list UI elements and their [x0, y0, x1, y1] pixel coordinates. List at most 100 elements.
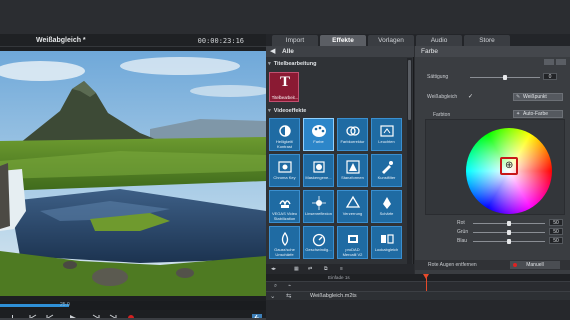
clip-filename[interactable]: Weißabgleich.m2ts — [310, 293, 357, 299]
blau-slider[interactable] — [473, 239, 545, 244]
effect-tile-sharpness[interactable]: Schärfe — [371, 190, 402, 223]
preview-panel: Weißabgleich * 00:00:23:16 25.0 — [0, 34, 266, 320]
effect-tile-shapes[interactable]: Stanzformen — [337, 154, 368, 187]
snap-icon[interactable]: ⌁ — [288, 283, 291, 289]
blau-value[interactable]: 50 — [549, 237, 563, 244]
expand-button[interactable] — [556, 59, 566, 65]
effect-tile-stabilization[interactable]: VEGAS Video Stabilization — [269, 190, 300, 223]
color-picker-marker[interactable]: ⊕ — [500, 157, 518, 175]
effect-tile-label: Gauss'sche Unschärfe — [274, 247, 295, 257]
video-frame[interactable] — [0, 51, 266, 296]
shapes-icon — [346, 160, 360, 174]
timeline-track[interactable]: ⌄ ⇆ Weißabgleich.m2ts — [266, 291, 570, 300]
effect-tile-label: Chroma Key — [273, 175, 296, 180]
gruen-slider[interactable] — [473, 230, 545, 235]
palette-icon — [312, 125, 326, 137]
effect-tile-glow[interactable]: Leuchten — [371, 118, 402, 151]
color-wheel-area: ⊕ — [425, 119, 565, 215]
effect-tile-distortion[interactable]: Verzerrung — [337, 190, 368, 223]
eyedropper-icon: ✎ — [516, 94, 521, 100]
timeline-tools: ⌕ ⌁ — [266, 282, 570, 291]
chevron-down-icon: ▾ — [268, 108, 271, 114]
effect-tile-label: Schärfe — [379, 211, 394, 216]
browser-scrollbar[interactable] — [407, 58, 412, 268]
effect-tile-mask[interactable]: Maskengene... — [303, 154, 334, 187]
art-filter-icon — [382, 161, 393, 174]
effect-tile-color-correction[interactable]: Farbkorrektur — [337, 118, 368, 151]
whitebalance-checkbox[interactable]: ✓ — [468, 93, 473, 100]
gruen-knob[interactable] — [507, 230, 511, 235]
effect-tile-label: Stanzformen — [341, 175, 364, 180]
effect-tile-blur[interactable]: Gauss'sche Unschärfe — [269, 226, 300, 259]
tab-vorlagen[interactable]: Vorlagen — [368, 35, 414, 46]
whitepoint-button-label: Weißpunkt — [523, 94, 547, 100]
tab-audio[interactable]: Audio — [416, 35, 462, 46]
move-icon[interactable]: ⇄ — [308, 266, 312, 272]
filter-icon[interactable]: ⧉ — [324, 266, 328, 272]
whitepoint-button[interactable]: ✎ Weißpunkt — [513, 93, 563, 101]
effect-tile-mercalli[interactable]: proDAD Mercalli V2 — [337, 226, 368, 259]
section-titelbearbeitung[interactable]: ▾ Titelbearbeitung — [268, 61, 316, 67]
effect-tile-art-filter[interactable]: Kunstfilter — [371, 154, 402, 187]
collapse-track-icon[interactable]: ⌄ — [270, 292, 275, 300]
scrollbar-thumb[interactable] — [408, 60, 411, 120]
preview-progress-fill — [0, 304, 70, 307]
preview-titlebar: Weißabgleich * 00:00:23:16 — [0, 34, 266, 47]
rot-slider[interactable] — [473, 221, 545, 226]
track-nav-icon[interactable]: ⇆ — [286, 292, 291, 300]
title-effect-tile[interactable]: T Titelbearbeit... — [269, 72, 299, 102]
magic-wand-icon: ✦ — [516, 111, 521, 117]
playhead-handle[interactable] — [423, 274, 429, 279]
tab-effekte[interactable]: Effekte — [320, 35, 366, 46]
stabilization-icon — [279, 200, 291, 208]
effect-tile-lens-flare[interactable]: Linsenreflexion — [303, 190, 334, 223]
tab-bar: Import Effekte Vorlagen Audio Store — [266, 34, 570, 46]
effect-tile-label: Geschwindig... — [305, 247, 332, 252]
section-videoeffekte[interactable]: ▾ Videoeffekte — [268, 108, 306, 114]
crosshair-icon: ⊕ — [505, 160, 514, 171]
sharpness-icon — [383, 197, 391, 209]
list-view-icon[interactable]: ≡ — [340, 266, 343, 272]
redeye-label: Rote Augen entfernen — [428, 262, 477, 268]
effect-tile-look-match[interactable]: Lookabgleich — [371, 226, 402, 259]
rot-value[interactable]: 50 — [549, 219, 563, 226]
zoom-icon[interactable]: ⌕ — [274, 283, 277, 290]
blau-knob[interactable] — [507, 239, 511, 244]
saturation-value[interactable]: 0 — [543, 73, 557, 80]
landscape-image — [0, 51, 266, 296]
effect-tile-palette[interactable]: Farbe — [303, 118, 334, 151]
gruen-value[interactable]: 50 — [549, 228, 563, 235]
tab-store[interactable]: Store — [464, 35, 510, 46]
preview-timecode: 00:00:23:16 — [197, 37, 244, 45]
autocolor-button[interactable]: ✦ Auto-Farbe — [513, 110, 563, 118]
browser-category[interactable]: Alle — [282, 48, 294, 55]
rot-knob[interactable] — [507, 221, 511, 226]
effect-tile-label: Farbe — [313, 139, 324, 144]
effect-tile-chroma-key[interactable]: Chroma Key — [269, 154, 300, 187]
speed-icon — [312, 233, 326, 247]
effects-browser: ◀ Alle ▾ Titelbearbeitung T Titelbearbeit… — [266, 46, 414, 274]
ruler-label: Einfade 1s — [328, 275, 350, 280]
collapse-button[interactable] — [544, 59, 554, 65]
title-t-icon: T — [279, 74, 290, 90]
color-correction-icon — [346, 126, 360, 136]
timeline-ruler[interactable]: Einfade 1s — [266, 274, 570, 282]
section-label: Titelbearbeitung — [273, 61, 317, 67]
effect-tile-label: Lookabgleich — [374, 247, 399, 252]
effect-tile-speed[interactable]: Geschwindig... — [303, 226, 334, 259]
saturation-knob[interactable] — [503, 75, 507, 80]
effect-tile-brightness[interactable]: Helligkeit/ Kontrast — [269, 118, 300, 151]
manual-button[interactable]: Manuell — [510, 261, 560, 269]
gruen-label: Grün — [457, 229, 469, 235]
effect-tile-label: Verzerrung — [342, 211, 363, 216]
mercalli-icon — [348, 235, 358, 243]
arrow-left-icon[interactable]: ◂▸ — [271, 266, 276, 272]
saturation-slider[interactable] — [470, 75, 540, 80]
grid-view-icon[interactable]: ▦ — [294, 266, 299, 272]
whitebalance-label: Weißabgleich — [427, 94, 458, 100]
properties-panel: Farbe Sättigung 0 Weißabgleich ✓ ✎ Weißpu… — [415, 46, 570, 274]
back-arrow-icon[interactable]: ◀ — [270, 47, 275, 55]
tab-import[interactable]: Import — [272, 35, 318, 46]
redeye-row: Rote Augen entfernen Manuell — [415, 260, 570, 270]
preview-progress-track[interactable]: 25.0 — [0, 301, 266, 310]
